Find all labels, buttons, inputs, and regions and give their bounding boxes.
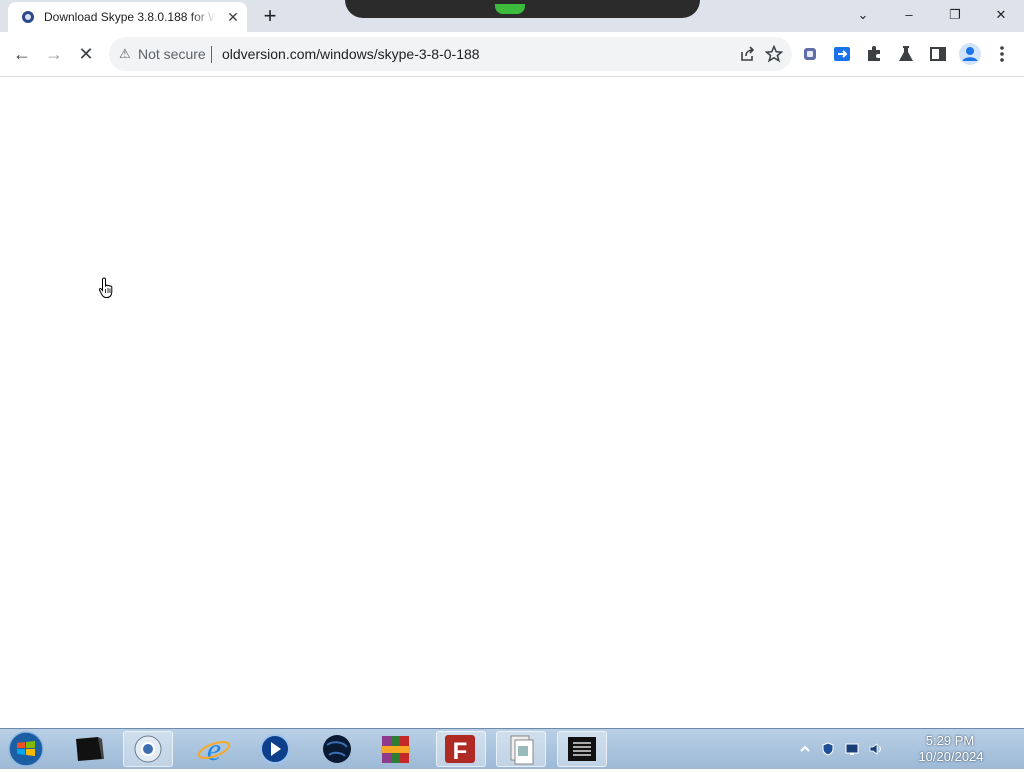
menu-icon[interactable] [994, 44, 1010, 64]
browser-tab[interactable]: Download Skype 3.8.0.188 for Windows ✕ [8, 2, 247, 32]
media-player-icon[interactable] [250, 731, 300, 767]
tab-search-button[interactable]: ⌄ [848, 4, 878, 26]
taskbar: e F 5:29 PM 10/20/2024 [0, 728, 1024, 769]
address-bar[interactable]: ⚠ Not secure oldversion.com/windows/skyp… [109, 37, 792, 71]
files-icon[interactable] [496, 731, 546, 767]
browser-toolbar: ← → ✕ ⚠ Not secure oldversion.com/window… [0, 32, 1024, 77]
forward-button[interactable]: → [40, 40, 68, 68]
svg-text:F: F [453, 738, 468, 765]
omnibox-divider [211, 46, 212, 63]
terminal-icon[interactable] [557, 731, 607, 767]
clock-date[interactable]: 10/20/2024 [895, 749, 1007, 764]
security-status[interactable]: Not secure [138, 46, 206, 62]
security-shield-icon[interactable] [821, 742, 835, 756]
page-content[interactable] [0, 77, 1024, 728]
window-close-button[interactable]: ✕ [986, 4, 1016, 26]
stop-loading-button[interactable]: ✕ [72, 40, 100, 68]
back-button[interactable]: ← [8, 40, 36, 68]
labs-flask-icon[interactable] [896, 44, 916, 64]
extension-b-icon[interactable] [832, 44, 852, 64]
side-panel-icon[interactable] [928, 44, 948, 64]
extensions-puzzle-icon[interactable] [864, 44, 884, 64]
tab-close-button[interactable]: ✕ [226, 9, 240, 25]
share-icon[interactable] [740, 46, 756, 62]
start-orb-icon[interactable] [6, 730, 46, 768]
clock-time[interactable]: 5:29 PM [900, 733, 1000, 748]
profile-icon[interactable] [958, 42, 982, 66]
internet-explorer-icon[interactable]: e [189, 731, 239, 767]
restore-button[interactable]: ❐ [940, 4, 970, 26]
black-app-icon[interactable] [64, 731, 114, 767]
hand-cursor-icon [98, 277, 113, 298]
tab-strip: Download Skype 3.8.0.188 for Windows ✕ +… [0, 0, 1024, 32]
warning-triangle-icon[interactable]: ⚠ [119, 46, 131, 62]
winrar-icon[interactable] [371, 731, 421, 767]
chrome-icon[interactable] [123, 731, 173, 767]
wallpaper-peek [345, 0, 700, 18]
tray-expand-icon[interactable] [798, 742, 812, 756]
dark-globe-icon[interactable] [312, 731, 362, 767]
network-icon[interactable] [845, 742, 859, 756]
extension-a-icon[interactable] [800, 44, 820, 64]
svg-text:e: e [207, 731, 221, 767]
new-tab-button[interactable]: + [260, 4, 280, 28]
url-text[interactable]: oldversion.com/windows/skype-3-8-0-188 [222, 46, 480, 62]
bookmark-star-icon[interactable] [765, 45, 783, 63]
volume-icon[interactable] [868, 742, 882, 756]
minimize-button[interactable]: – [894, 4, 924, 26]
filezilla-icon[interactable]: F [436, 731, 486, 767]
site-favicon-icon [22, 11, 34, 23]
tab-title: Download Skype 3.8.0.188 for Windows [44, 10, 216, 24]
